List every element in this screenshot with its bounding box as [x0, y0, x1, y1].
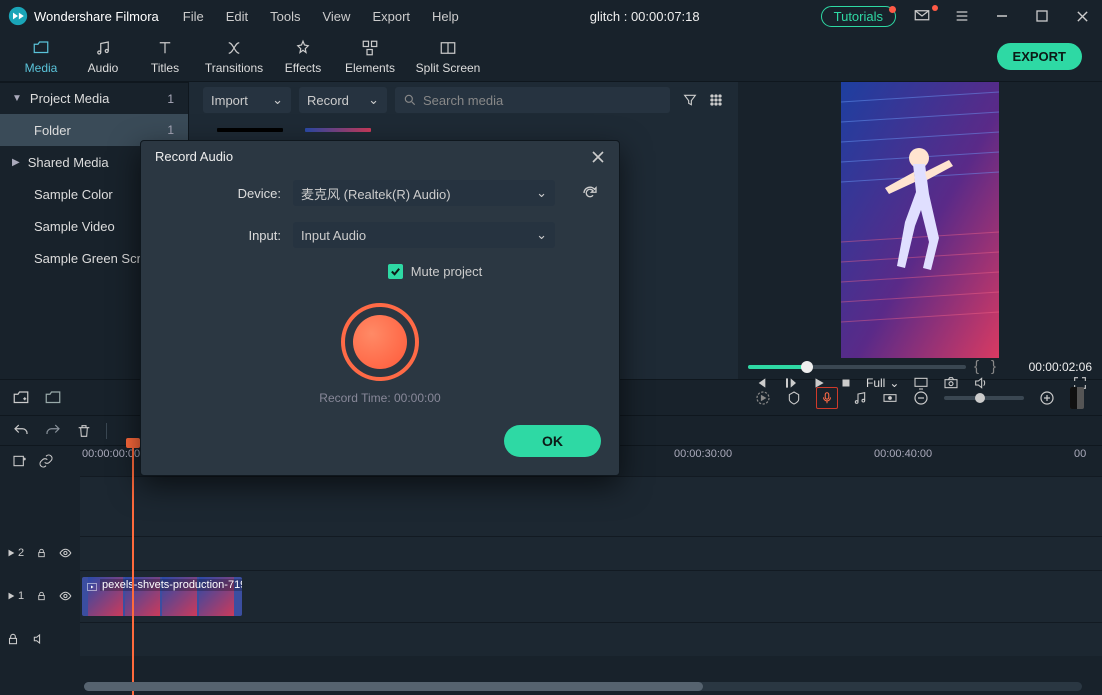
preview-frame-image: [841, 82, 999, 358]
media-thumbnail[interactable]: [305, 128, 371, 132]
eye-icon[interactable]: [59, 546, 72, 560]
record-button[interactable]: [341, 303, 419, 381]
timeline: 00:00:00:00 00:00:30:00 00:00:40:00 00 2…: [0, 445, 1102, 695]
check-icon: [390, 266, 401, 277]
close-icon[interactable]: [591, 150, 605, 164]
window-minimize-button[interactable]: [988, 9, 1016, 23]
window-close-button[interactable]: [1068, 10, 1096, 23]
preview-timecode: 00:00:02:06: [1004, 360, 1092, 374]
marker-icon[interactable]: [786, 390, 802, 406]
menu-view[interactable]: View: [312, 5, 360, 28]
zoom-out-icon[interactable]: [912, 389, 930, 407]
preview-seekbar[interactable]: [748, 365, 966, 369]
timeline-track-2[interactable]: [80, 536, 1102, 570]
filter-icon[interactable]: [682, 92, 698, 108]
playhead[interactable]: [132, 446, 134, 695]
chevron-down-icon: ⌄: [536, 185, 547, 201]
module-tabs: Media Audio Titles Transitions Effects E…: [0, 32, 1102, 82]
grid-view-icon[interactable]: [708, 92, 724, 108]
mark-in-icon[interactable]: {: [974, 358, 979, 375]
search-icon: [403, 93, 417, 107]
audio-mixer-icon[interactable]: [852, 390, 868, 406]
timeline-scrollbar[interactable]: [84, 682, 1082, 691]
menu-file[interactable]: File: [173, 5, 214, 28]
divider: [106, 423, 107, 439]
voiceover-button[interactable]: [816, 387, 838, 409]
search-input[interactable]: Search media: [395, 87, 670, 113]
preview-pane: {} 00:00:02:06 Full⌄: [738, 82, 1102, 379]
render-icon[interactable]: [754, 389, 772, 407]
menu-edit[interactable]: Edit: [216, 5, 258, 28]
chevron-right-icon: ▶: [12, 157, 20, 168]
zoom-in-icon[interactable]: [1038, 389, 1056, 407]
dialog-title: Record Audio: [155, 149, 233, 164]
new-folder-icon[interactable]: [12, 389, 30, 407]
add-track-icon[interactable]: [12, 453, 28, 469]
keyframe-icon[interactable]: [882, 390, 898, 406]
chevron-down-icon: ▼: [12, 93, 22, 104]
tutorials-button[interactable]: Tutorials: [821, 6, 896, 27]
link-icon[interactable]: [38, 453, 54, 469]
zoom-slider[interactable]: [944, 396, 1024, 400]
messages-icon[interactable]: [908, 7, 936, 25]
lock-icon[interactable]: [36, 590, 47, 602]
tab-split-screen[interactable]: Split Screen: [406, 39, 490, 75]
tab-effects[interactable]: Effects: [272, 39, 334, 75]
menu-tools[interactable]: Tools: [260, 5, 310, 28]
menu-list-icon[interactable]: [948, 8, 976, 24]
mark-out-icon[interactable]: }: [991, 358, 996, 375]
tab-titles[interactable]: Titles: [134, 39, 196, 75]
lock-icon[interactable]: [36, 547, 47, 559]
timeline-track-audio[interactable]: [80, 622, 1102, 656]
trash-icon[interactable]: [76, 423, 92, 439]
redo-icon[interactable]: [44, 422, 62, 440]
track-gutter-1: 1: [0, 570, 80, 622]
app-name: Wondershare Filmora: [34, 9, 159, 24]
window-maximize-button[interactable]: [1028, 10, 1056, 22]
chevron-down-icon: ⌄: [368, 92, 379, 108]
menu-help[interactable]: Help: [422, 5, 469, 28]
titlebar: Wondershare Filmora File Edit Tools View…: [0, 0, 1102, 32]
track-video-1-label: 1: [6, 590, 24, 602]
lock-icon[interactable]: [6, 632, 20, 646]
preview-video[interactable]: [738, 82, 1102, 358]
app-logo-icon: [8, 6, 28, 26]
chevron-down-icon: ⌄: [536, 227, 547, 243]
clip-video-icon: [86, 581, 98, 593]
refresh-icon[interactable]: [581, 184, 599, 202]
media-thumbnail[interactable]: [217, 128, 283, 132]
chevron-down-icon: ⌄: [272, 92, 283, 108]
tab-media[interactable]: Media: [10, 39, 72, 75]
track-gutter-audio: [0, 622, 80, 656]
clip-video-1[interactable]: pexels-shvets-production-719: [82, 577, 242, 616]
device-dropdown[interactable]: 麦克风 (Realtek(R) Audio) ⌄: [293, 180, 555, 206]
document-title: glitch : 00:00:07:18: [469, 9, 821, 24]
import-dropdown[interactable]: Import ⌄: [203, 87, 291, 113]
menu-export[interactable]: Export: [362, 5, 420, 28]
track-video-2-label: 2: [6, 547, 24, 559]
folder-icon[interactable]: [44, 389, 62, 407]
sidebar-item-project-media[interactable]: ▼ Project Media 1: [0, 82, 188, 114]
record-audio-dialog: Record Audio Device: 麦克风 (Realtek(R) Aud…: [140, 140, 620, 476]
undo-icon[interactable]: [12, 422, 30, 440]
ok-button[interactable]: OK: [504, 425, 601, 457]
record-time-label: Record Time: 00:00:00: [319, 391, 440, 405]
timeline-track-1[interactable]: pexels-shvets-production-719: [80, 570, 1102, 622]
microphone-icon: [820, 391, 834, 405]
input-dropdown[interactable]: Input Audio ⌄: [293, 222, 555, 248]
tab-audio[interactable]: Audio: [72, 39, 134, 75]
device-label: Device:: [161, 186, 281, 201]
main-menu: File Edit Tools View Export Help: [173, 5, 469, 28]
record-dropdown[interactable]: Record ⌄: [299, 87, 387, 113]
mute-project-checkbox[interactable]: Mute project: [388, 264, 483, 279]
eye-icon[interactable]: [59, 589, 72, 603]
track-gutter-2: 2: [0, 536, 80, 570]
export-button[interactable]: EXPORT: [997, 43, 1082, 70]
timeline-track-empty[interactable]: [80, 476, 1102, 536]
mute-icon[interactable]: [32, 632, 46, 646]
zoom-fit-icon[interactable]: [1070, 387, 1084, 409]
input-label: Input:: [161, 228, 281, 243]
tab-elements[interactable]: Elements: [334, 39, 406, 75]
tab-transitions[interactable]: Transitions: [196, 39, 272, 75]
